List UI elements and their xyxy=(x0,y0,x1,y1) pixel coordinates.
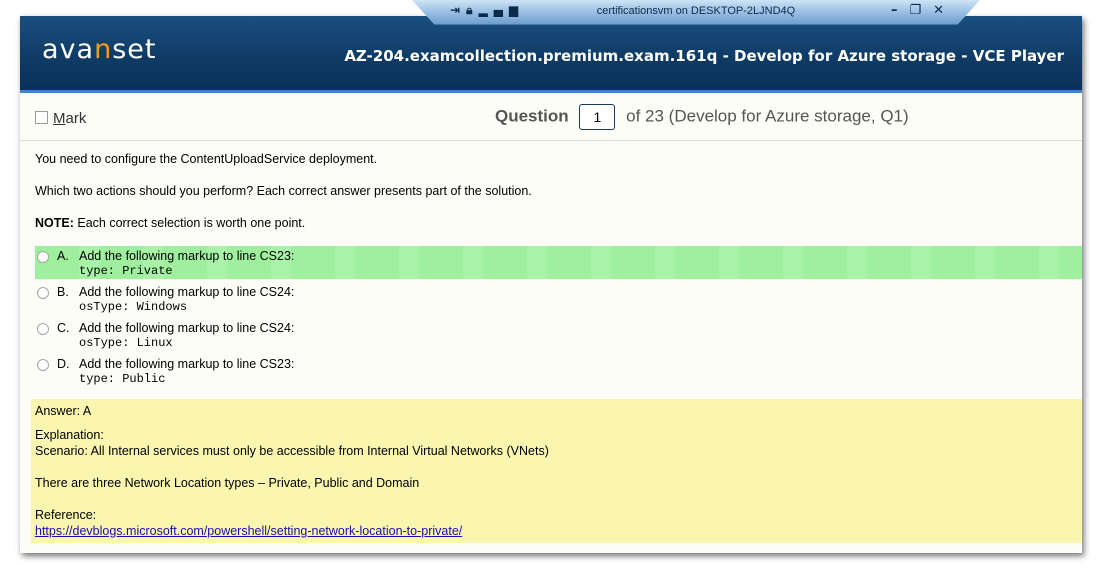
explanation-types: There are three Network Location types –… xyxy=(35,476,420,490)
option-code: type: Public xyxy=(79,372,166,386)
answer-option[interactable]: B. Add the following markup to line CS24:… xyxy=(35,282,1082,315)
question-line-2: Which two actions should you perform? Ea… xyxy=(35,184,532,198)
question-number-input[interactable]: 1 xyxy=(579,104,616,130)
option-letter: C. xyxy=(57,321,70,335)
reference-link-row: https://devblogs.microsoft.com/powershel… xyxy=(35,524,462,538)
radio-button[interactable] xyxy=(37,287,49,299)
reference-label: Reference: xyxy=(35,508,97,522)
close-icon[interactable]: ✕ xyxy=(933,3,944,18)
question-of-text: of 23 (Develop for Azure storage, Q1) xyxy=(626,106,909,126)
radio-button[interactable] xyxy=(37,323,49,335)
question-line-1: You need to configure the ContentUploadS… xyxy=(35,152,378,166)
option-text: Add the following markup to line CS24: xyxy=(79,285,295,299)
question-note: NOTE: Each correct selection is worth on… xyxy=(35,216,306,230)
answer-panel: Answer: A Explanation: Scenario: All Int… xyxy=(31,399,1082,543)
explanation-scenario: Scenario: All Internal services must onl… xyxy=(35,444,549,458)
app-header: avanset AZ-204.examcollection.premium.ex… xyxy=(20,16,1082,93)
restore-icon[interactable]: ❐ xyxy=(909,3,921,18)
answer-option[interactable]: C. Add the following markup to line CS24:… xyxy=(35,318,1082,351)
question-bar: Mark Question 1 of 23 (Develop for Azure… xyxy=(20,93,1082,141)
option-text: Add the following markup to line CS23: xyxy=(79,357,295,371)
checkbox-icon[interactable] xyxy=(35,111,48,124)
answer-option[interactable]: D. Add the following markup to line CS23:… xyxy=(35,354,1082,387)
avanset-logo: avanset xyxy=(42,34,157,65)
explanation-label: Explanation: xyxy=(35,428,104,442)
question-label: Question xyxy=(495,106,569,126)
radio-button[interactable] xyxy=(37,251,49,263)
option-text: Add the following markup to line CS23: xyxy=(79,249,295,263)
option-letter: A. xyxy=(57,249,69,263)
answer-option[interactable]: A. Add the following markup to line CS23:… xyxy=(35,246,1082,279)
option-code: osType: Windows xyxy=(79,300,188,314)
reference-link[interactable]: https://devblogs.microsoft.com/powershel… xyxy=(35,524,462,538)
option-code: type: Private xyxy=(79,264,173,278)
option-code: osType: Linux xyxy=(79,336,173,350)
app-title: AZ-204.examcollection.premium.exam.161q … xyxy=(344,47,1064,65)
radio-button[interactable] xyxy=(37,359,49,371)
option-letter: B. xyxy=(57,285,69,299)
vce-player-window: avanset AZ-204.examcollection.premium.ex… xyxy=(20,16,1082,553)
remote-desktop-bar: ⇥🔒︎▂▄▆ certificationsvm on DESKTOP-2LJND… xyxy=(412,0,980,25)
option-text: Add the following markup to line CS24: xyxy=(79,321,295,335)
answer-line: Answer: A xyxy=(35,404,92,418)
question-navigator: Question 1 of 23 (Develop for Azure stor… xyxy=(495,104,909,130)
minimize-icon[interactable]: – xyxy=(891,3,898,18)
option-letter: D. xyxy=(57,357,70,371)
mark-checkbox[interactable]: Mark xyxy=(35,110,86,127)
